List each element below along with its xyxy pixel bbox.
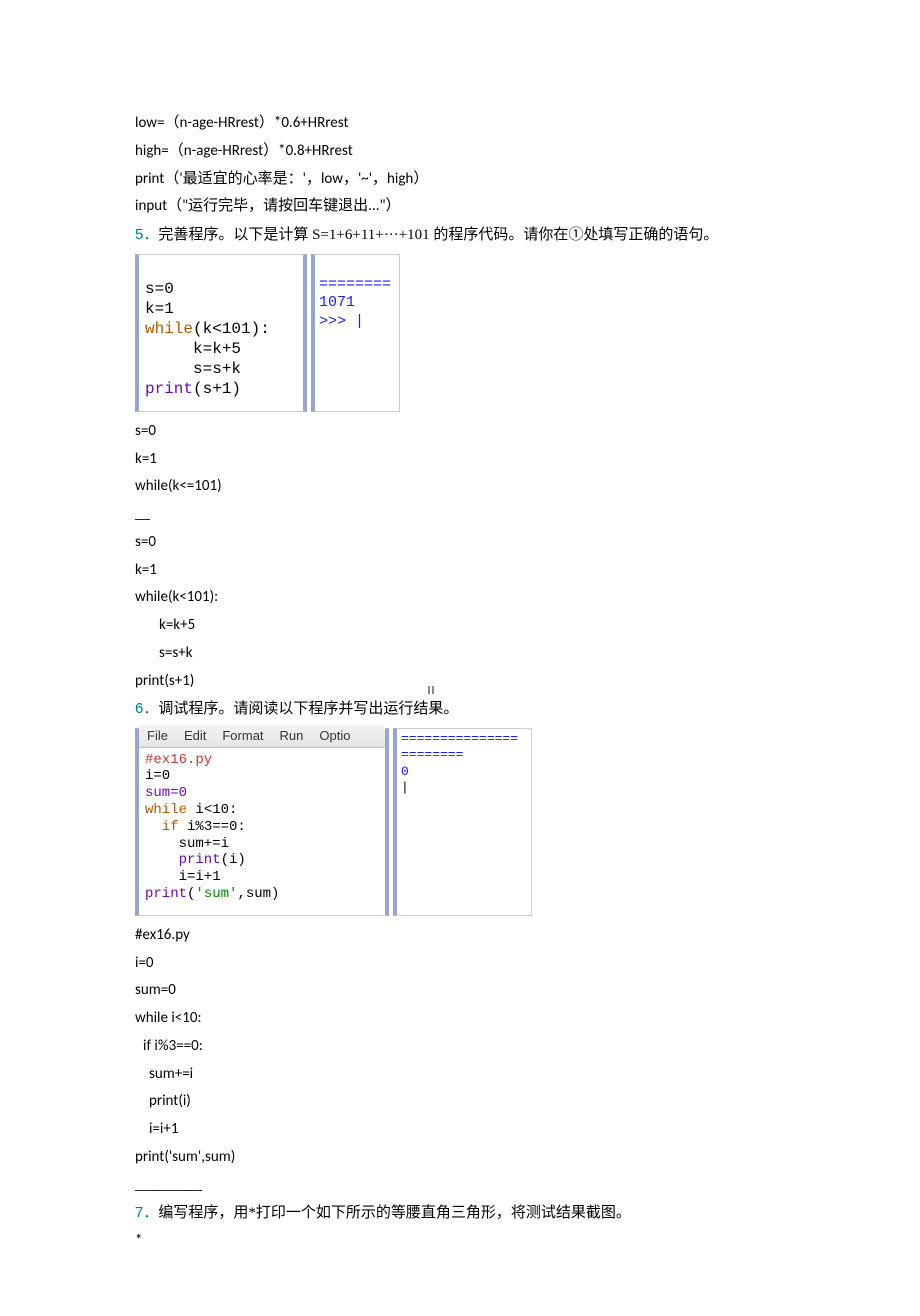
question-number: 6．	[135, 700, 158, 717]
code-text: i%3==0:	[179, 819, 246, 835]
code-line: #ex16.py	[135, 922, 785, 950]
output-text: ========	[401, 747, 463, 762]
output-window: ======== 1071 >>> |	[311, 254, 400, 412]
code-line: print（'最适宜的心率是：'，low，'~'，high）	[135, 166, 785, 194]
code-line: if i%3==0:	[135, 1033, 785, 1061]
code-text: (i)	[221, 852, 246, 868]
output-text: 0	[401, 764, 409, 779]
menu-format[interactable]: Format	[222, 728, 263, 743]
code-line: *	[135, 1228, 785, 1256]
code-text: sum+=i	[145, 836, 229, 852]
code-text: (s+1)	[193, 380, 241, 398]
code-line: while i<10:	[135, 1005, 785, 1033]
code-text: sum=0	[145, 785, 187, 801]
function: print	[145, 852, 221, 868]
code-text: print(s+1)	[135, 672, 194, 690]
keyword: while	[145, 802, 187, 818]
code-line: _________	[135, 1172, 785, 1200]
output-text: ===============	[401, 731, 518, 746]
code-line: s=s+k	[135, 640, 785, 668]
code-line: sum=0	[135, 977, 785, 1005]
question-6: 6．调试程序。请阅读以下程序并写出运行结果。	[135, 695, 785, 724]
code-line: while(k<101):	[135, 584, 785, 612]
output-window: =============== ======== 0 |	[393, 728, 532, 916]
keyword: if	[145, 819, 179, 835]
function: print	[145, 380, 193, 398]
code-text: s=0	[145, 280, 174, 298]
code-line: while(k<=101)	[135, 473, 785, 501]
code-line: k=k+5	[135, 612, 785, 640]
question-number: 7．	[135, 1204, 158, 1221]
code-window: File Edit Format Run Optio #ex16.py i=0 sum=0…	[135, 728, 389, 916]
code-line: low=（n-age-HRrest）*0.6+HRrest	[135, 110, 785, 138]
code-line: i=i+1	[135, 1116, 785, 1144]
code-line: sum+=i	[135, 1061, 785, 1089]
screenshot-q6: File Edit Format Run Optio #ex16.py i=0 sum=0…	[135, 728, 785, 916]
code-line: k=1	[135, 446, 785, 474]
code-line: i=0	[135, 950, 785, 978]
output-text: 1071	[319, 294, 355, 311]
menu-file[interactable]: File	[147, 728, 168, 743]
code-line: print('sum',sum)	[135, 1144, 785, 1172]
output-text: >>> |	[319, 313, 364, 330]
question-5: 5．完善程序。以下是计算 S=1+6+11+···+101 的程序代码。请你在①…	[135, 221, 785, 250]
menu-edit[interactable]: Edit	[184, 728, 206, 743]
code-text: k=k+5	[145, 340, 241, 358]
code-line: input（"运行完毕，请按回车键退出..."）	[135, 193, 785, 221]
code-line: print(i)	[135, 1088, 785, 1116]
code-text: i=i+1	[145, 869, 221, 885]
code-text: s=s+k	[145, 360, 241, 378]
code-text: (k<101):	[193, 320, 270, 338]
output-text: |	[401, 780, 409, 795]
keyword: while	[145, 320, 193, 338]
menu-options[interactable]: Optio	[319, 728, 350, 743]
code-text: i=0	[145, 768, 170, 784]
code-line: s=0	[135, 529, 785, 557]
pause-icon	[428, 677, 436, 685]
question-text: 编写程序，用*打印一个如下所示的等腰直角三角形，将测试结果截图。	[158, 1205, 631, 1221]
screenshot-q5: s=0 k=1 while(k<101): k=k+5 s=s+k print(…	[135, 254, 785, 412]
question-text: 调试程序。请阅读以下程序并写出运行结果。	[158, 701, 458, 717]
function: print	[145, 886, 187, 902]
code-line: __	[135, 501, 785, 529]
code-text: i<10:	[187, 802, 237, 818]
menubar: File Edit Format Run Optio	[139, 725, 385, 748]
code-text: k=1	[145, 300, 174, 318]
code-line: k=1	[135, 557, 785, 585]
code-line: s=0	[135, 418, 785, 446]
comment: #ex16.py	[145, 752, 212, 768]
menu-run[interactable]: Run	[280, 728, 304, 743]
question-7: 7．编写程序，用*打印一个如下所示的等腰直角三角形，将测试结果截图。	[135, 1199, 785, 1228]
code-line: print(s+1)	[135, 668, 785, 696]
string: 'sum'	[195, 886, 237, 902]
code-line: high=（n-age-HRrest）*0.8+HRrest	[135, 138, 785, 166]
question-number: 5．	[135, 226, 158, 243]
question-text: 完善程序。以下是计算 S=1+6+11+···+101 的程序代码。请你在①处填…	[158, 227, 718, 243]
code-text: ,sum)	[237, 886, 279, 902]
document-page: low=（n-age-HRrest）*0.6+HRrest high=（n-ag…	[0, 0, 920, 1316]
output-text: ========	[319, 276, 391, 293]
code-window: s=0 k=1 while(k<101): k=k+5 s=s+k print(…	[135, 254, 307, 412]
